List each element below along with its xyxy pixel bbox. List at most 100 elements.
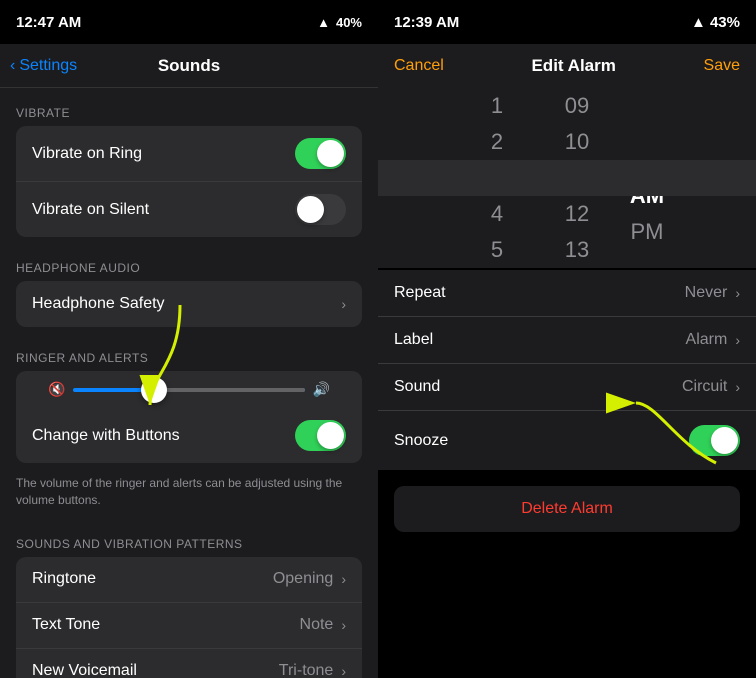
hour-column[interactable]: 12 1 2 3 4 5 6 — [457, 88, 537, 268]
page-title: Sounds — [158, 56, 220, 76]
right-nav-bar: Cancel Edit Alarm Save — [378, 44, 756, 88]
text-tone-value-row: Note › — [300, 616, 346, 634]
alarm-label-value: Alarm — [686, 331, 728, 349]
headphone-group: Headphone Safety › — [16, 281, 362, 327]
vibrate-section-header: VIBRATE — [0, 88, 378, 126]
alarm-label-label: Label — [394, 331, 433, 349]
back-button[interactable]: ‹ Settings — [10, 57, 77, 75]
vibrate-on-ring-label: Vibrate on Ring — [32, 145, 142, 163]
toggle-knob — [317, 140, 344, 167]
picker-columns: 12 1 2 3 4 5 6 08 09 10 11 12 13 14 A — [457, 88, 677, 268]
vibrate-on-silent-label: Vibrate on Silent — [32, 201, 149, 219]
edit-alarm-title: Edit Alarm — [531, 56, 615, 76]
alarm-settings: Repeat Never › Label Alarm › Sound Circu… — [378, 270, 756, 470]
sound-row[interactable]: Sound Circuit › — [378, 364, 756, 411]
sound-chevron-icon: › — [735, 379, 740, 395]
delete-alarm-area[interactable]: Delete Alarm — [394, 486, 740, 532]
vibrate-on-silent-row: Vibrate on Silent — [16, 182, 362, 237]
text-tone-value: Note — [300, 616, 334, 634]
volume-slider[interactable] — [73, 388, 304, 392]
alarm-label-value-row: Alarm › — [686, 331, 740, 349]
right-panel: 12:39 AM ▲ 43% Cancel Edit Alarm Save 12… — [378, 0, 756, 678]
toggle-knob-3 — [317, 422, 344, 449]
text-tone-chevron-icon: › — [341, 617, 346, 633]
change-with-buttons-toggle[interactable] — [295, 420, 346, 451]
wifi-icon: ▲ — [317, 15, 330, 30]
am-selected: AM — [630, 178, 664, 214]
repeat-row[interactable]: Repeat Never › — [378, 270, 756, 317]
label-row[interactable]: Label Alarm › — [378, 317, 756, 364]
label-chevron-icon: › — [735, 332, 740, 348]
ringer-group: 🔇 🔊 Change with Buttons — [16, 371, 362, 463]
sound-value-row: Circuit › — [682, 378, 740, 396]
new-voicemail-value: Tri-tone — [279, 662, 334, 678]
ringtone-chevron-icon: › — [341, 571, 346, 587]
ampm-column[interactable]: AM PM — [617, 88, 677, 268]
voicemail-chevron-icon: › — [341, 663, 346, 678]
right-wifi-icon: ▲ — [691, 14, 706, 31]
back-chevron-icon: ‹ — [10, 57, 15, 75]
new-voicemail-row[interactable]: New Voicemail Tri-tone › — [16, 649, 362, 678]
vibrate-on-silent-toggle[interactable] — [295, 194, 346, 225]
ringtone-value: Opening — [273, 570, 334, 588]
time-picker[interactable]: 12 1 2 3 4 5 6 08 09 10 11 12 13 14 A — [378, 88, 756, 268]
min-09: 09 — [537, 88, 617, 124]
hour-4: 4 — [457, 196, 537, 232]
slider-thumb — [141, 377, 167, 403]
right-battery-icon: 43% — [710, 14, 740, 31]
slider-track-bg — [154, 388, 304, 392]
save-button[interactable]: Save — [704, 57, 740, 75]
back-label: Settings — [19, 57, 77, 75]
min-10: 10 — [537, 124, 617, 160]
headphone-chevron: › — [337, 296, 346, 312]
left-time: 12:47 AM — [16, 14, 81, 31]
ringtone-value-row: Opening › — [273, 570, 346, 588]
sounds-group: Ringtone Opening › Text Tone Note › New … — [16, 557, 362, 678]
snooze-row: Snooze — [378, 411, 756, 470]
cancel-button[interactable]: Cancel — [394, 57, 444, 75]
delete-alarm-button[interactable]: Delete Alarm — [521, 500, 613, 518]
helper-text: The volume of the ringer and alerts can … — [0, 469, 378, 519]
right-time: 12:39 AM — [394, 14, 459, 31]
left-nav-bar: ‹ Settings Sounds — [0, 44, 378, 88]
headphone-section-header: HEADPHONE AUDIO — [0, 243, 378, 281]
hour-1: 1 — [457, 88, 537, 124]
vibrate-on-ring-toggle[interactable] — [295, 138, 346, 169]
change-with-buttons-row: Change with Buttons — [16, 408, 362, 463]
minute-column[interactable]: 08 09 10 11 12 13 14 — [537, 88, 617, 268]
sound-label: Sound — [394, 378, 440, 396]
snooze-label: Snooze — [394, 432, 448, 450]
snooze-toggle-knob — [711, 427, 738, 454]
hour-5: 5 — [457, 232, 537, 268]
change-with-buttons-label: Change with Buttons — [32, 427, 180, 445]
sound-value: Circuit — [682, 378, 727, 396]
sounds-section-header: SOUNDS AND VIBRATION PATTERNS — [0, 519, 378, 557]
text-tone-label: Text Tone — [32, 616, 100, 634]
hour-3-selected: 3 — [457, 160, 537, 196]
repeat-label: Repeat — [394, 284, 446, 302]
min-12: 12 — [537, 196, 617, 232]
repeat-value-row: Never › — [685, 284, 740, 302]
new-voicemail-value-row: Tri-tone › — [279, 662, 346, 678]
snooze-toggle[interactable] — [689, 425, 740, 456]
min-11-selected: 11 — [537, 160, 617, 196]
min-13: 13 — [537, 232, 617, 268]
left-panel: 12:47 AM ▲ 40% ‹ Settings Sounds VIBRATE… — [0, 0, 378, 678]
text-tone-row[interactable]: Text Tone Note › — [16, 603, 362, 649]
volume-high-icon: 🔊 — [313, 381, 330, 398]
pm-item: PM — [631, 214, 664, 250]
headphone-safety-row[interactable]: Headphone Safety › — [16, 281, 362, 327]
right-status-bar: 12:39 AM ▲ 43% — [378, 0, 756, 44]
repeat-value: Never — [685, 284, 728, 302]
right-status-icons: ▲ 43% — [691, 14, 740, 31]
left-status-bar: 12:47 AM ▲ 40% — [0, 0, 378, 44]
vibrate-group: Vibrate on Ring Vibrate on Silent — [16, 126, 362, 237]
ringer-section-header: RINGER AND ALERTS — [0, 333, 378, 371]
battery-icon: 40% — [336, 15, 362, 30]
vibrate-on-ring-row: Vibrate on Ring — [16, 126, 362, 182]
repeat-chevron-icon: › — [735, 285, 740, 301]
new-voicemail-label: New Voicemail — [32, 662, 137, 678]
ringtone-row[interactable]: Ringtone Opening › — [16, 557, 362, 603]
chevron-icon: › — [341, 296, 346, 312]
ringtone-label: Ringtone — [32, 570, 96, 588]
